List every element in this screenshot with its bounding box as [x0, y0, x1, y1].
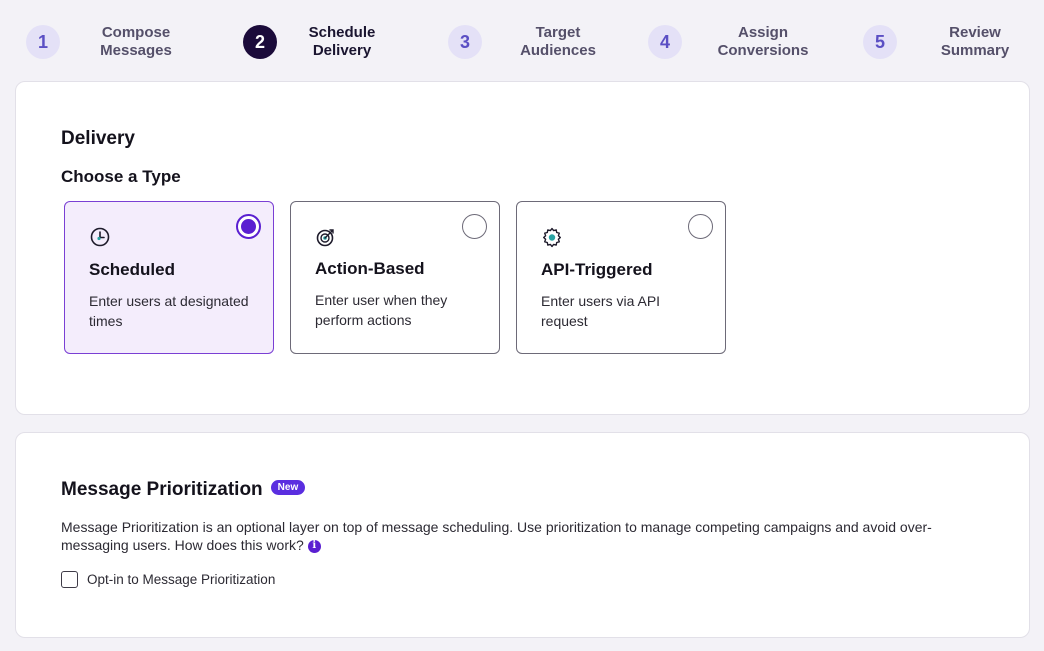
step-label-line: Schedule [308, 24, 376, 41]
choose-type-label: Choose a Type [61, 167, 181, 186]
step-number: 2 [243, 25, 277, 59]
step-label: Target Audiences [508, 24, 608, 60]
prioritization-description-row: Message Prioritization is an optional la… [61, 518, 971, 554]
delivery-type-scheduled[interactable]: Scheduled Enter users at designated time… [64, 201, 274, 354]
type-name: API-Triggered [541, 260, 653, 279]
prioritization-description: Message Prioritization is an optional la… [61, 519, 932, 553]
target-icon [315, 226, 337, 248]
step-number: 3 [448, 25, 482, 59]
radio-scheduled[interactable] [236, 214, 261, 239]
type-description: Enter user when they perform actions [315, 292, 448, 328]
optin-prioritization[interactable]: Opt-in to Message Prioritization [61, 571, 275, 588]
step-label-line: Delivery [312, 42, 372, 59]
step-review-summary[interactable]: 5 Review Summary [863, 24, 1020, 60]
clock-icon [89, 226, 111, 248]
delivery-type-action-based[interactable]: Action-Based Enter user when they perfor… [290, 201, 500, 354]
type-description: Enter users via API request [541, 293, 661, 329]
type-name: Scheduled [89, 260, 175, 279]
step-label-line: Assign [737, 24, 788, 41]
step-number: 5 [863, 25, 897, 59]
prioritization-title: Message Prioritization [61, 479, 263, 500]
step-label: Compose Messages [81, 24, 191, 60]
step-label-line: Conversions [717, 42, 809, 59]
step-number: 1 [26, 25, 60, 59]
step-label: Schedule Delivery [297, 24, 387, 60]
prioritization-title-row: Message Prioritization New [61, 479, 306, 501]
step-number: 4 [648, 25, 682, 59]
type-description: Enter users at designated times [89, 293, 249, 329]
step-compose-messages[interactable]: 1 Compose Messages [26, 24, 191, 60]
optin-label: Opt-in to Message Prioritization [87, 572, 276, 587]
step-assign-conversions[interactable]: 4 Assign Conversions [648, 24, 818, 60]
delivery-card: Delivery Choose a Type Scheduled Enter u… [15, 81, 1030, 415]
step-schedule-delivery[interactable]: 2 Schedule Delivery [243, 24, 387, 60]
delivery-type-api-triggered[interactable]: API-Triggered Enter users via API reques… [516, 201, 726, 354]
step-label-line: Messages [100, 42, 172, 59]
step-label-line: Target [535, 24, 581, 41]
radio-api-triggered[interactable] [688, 214, 713, 239]
step-label: Review Summary [930, 24, 1020, 60]
info-icon[interactable]: i [307, 539, 321, 553]
delivery-title: Delivery [61, 128, 135, 149]
step-label-line: Review [949, 24, 1001, 41]
prioritization-card: Message Prioritization New Message Priori… [15, 432, 1030, 638]
optin-checkbox[interactable] [61, 571, 78, 588]
radio-action-based[interactable] [462, 214, 487, 239]
step-label-line: Summary [940, 42, 1010, 59]
step-label-line: Audiences [520, 42, 596, 59]
type-name: Action-Based [315, 259, 425, 278]
step-target-audiences[interactable]: 3 Target Audiences [448, 24, 608, 60]
gear-icon [541, 226, 563, 248]
new-badge: New [270, 480, 306, 496]
progress-stepper: 1 Compose Messages 2 Schedule Delivery 3… [0, 0, 1044, 82]
step-label-line: Compose [101, 24, 171, 41]
step-label: Assign Conversions [708, 24, 818, 60]
